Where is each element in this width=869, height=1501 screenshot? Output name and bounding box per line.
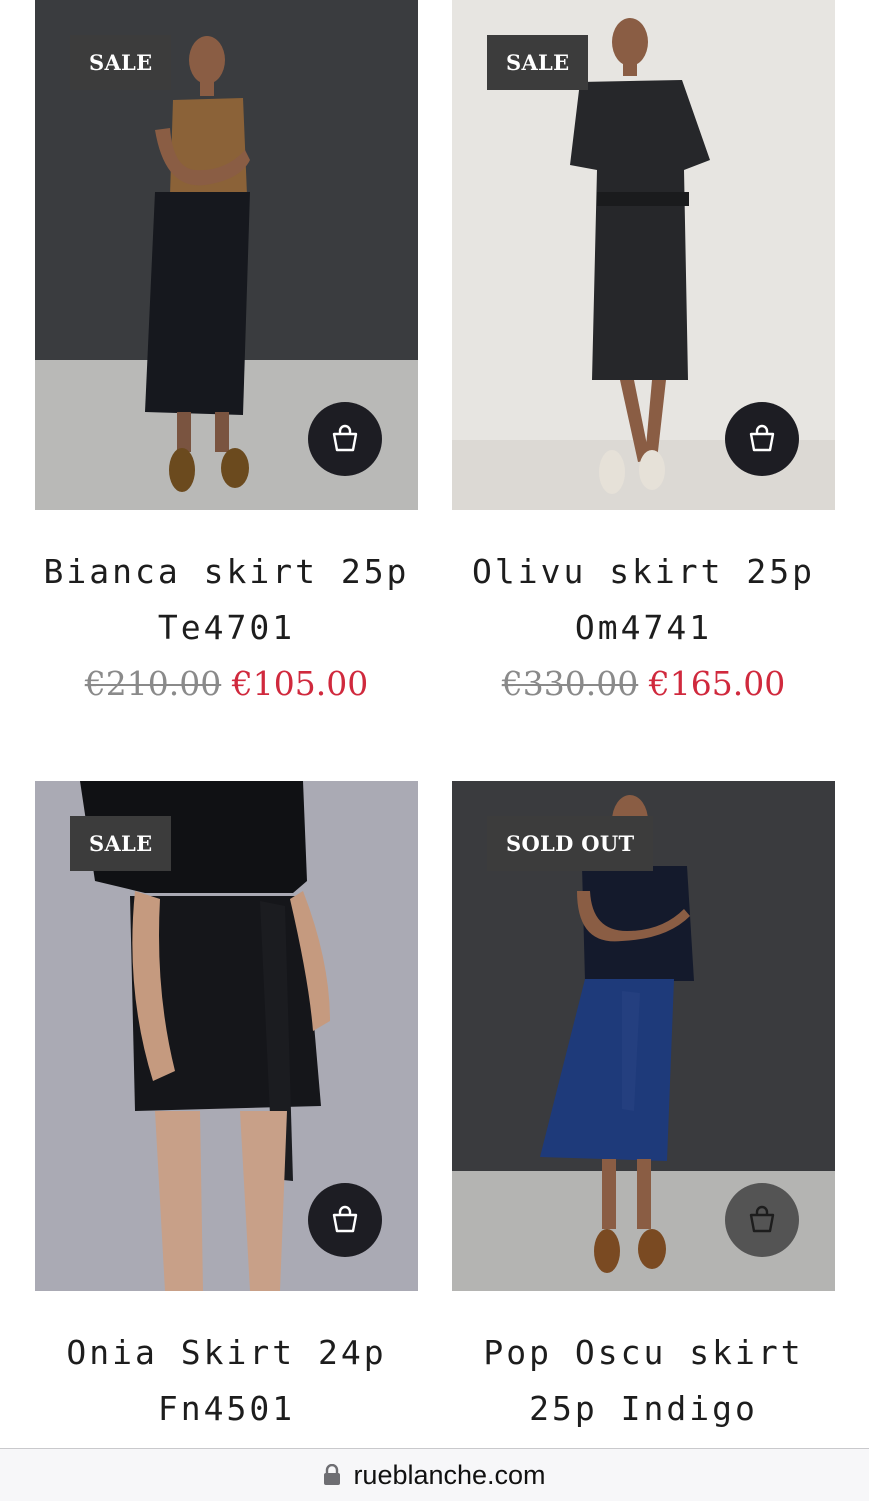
url-text: rueblanche.com xyxy=(353,1459,546,1490)
lock-icon xyxy=(324,1464,341,1485)
product-image[interactable]: SALE xyxy=(35,0,418,510)
add-to-cart-button[interactable] xyxy=(308,1183,382,1257)
sale-badge: SALE xyxy=(70,816,172,871)
add-to-cart-button[interactable] xyxy=(308,402,382,476)
sold-out-badge: SOLD OUT xyxy=(487,816,654,871)
product-title[interactable]: Onia Skirt 24p Fn4501 xyxy=(35,1325,418,1437)
product-title[interactable]: Pop Oscu skirt 25p Indigo xyxy=(452,1325,835,1437)
shopping-bag-icon xyxy=(332,1205,358,1233)
product-price: €210.00 €105.00 xyxy=(35,664,418,704)
add-to-cart-button[interactable] xyxy=(725,402,799,476)
product-image[interactable]: SALE xyxy=(452,0,835,510)
sale-badge: SALE xyxy=(70,35,172,90)
product-price: €330.00 €165.00 xyxy=(452,664,835,704)
original-price: €330.00 xyxy=(501,664,639,703)
product-image[interactable]: SALE xyxy=(35,781,418,1291)
browser-address-bar[interactable]: rueblanche.com xyxy=(0,1448,869,1501)
shopping-bag-icon xyxy=(749,424,775,452)
sale-badge: SALE xyxy=(487,35,589,90)
shopping-bag-icon xyxy=(332,424,358,452)
product-title[interactable]: Olivu skirt 25p Om4741 xyxy=(452,544,835,656)
original-price: €210.00 xyxy=(84,664,222,703)
add-to-cart-button[interactable] xyxy=(725,1183,799,1257)
shopping-bag-icon xyxy=(749,1205,775,1233)
sale-price: €165.00 xyxy=(648,664,786,703)
product-title[interactable]: Bianca skirt 25p Te4701 xyxy=(35,544,418,656)
sale-price: €105.00 xyxy=(231,664,369,703)
product-image[interactable]: SOLD OUT xyxy=(452,781,835,1291)
